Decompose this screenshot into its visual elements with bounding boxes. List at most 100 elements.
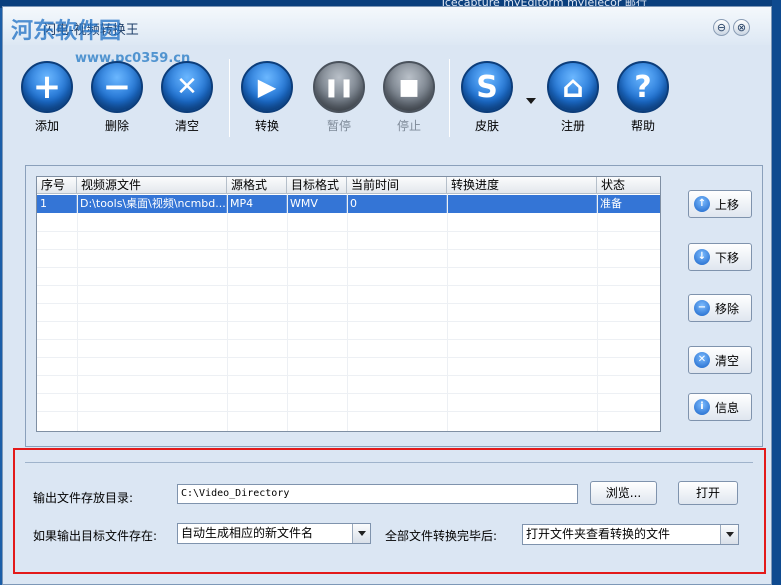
pause-label: 暂停 (326, 119, 351, 133)
convert-button[interactable]: ▶ 转换 (237, 61, 297, 134)
arrow-down-icon: ↓ (694, 249, 710, 265)
column-header-source[interactable]: 视频源文件 (77, 177, 227, 193)
chevron-down-icon (720, 525, 738, 544)
x-icon: ✕ (161, 61, 213, 113)
grid-line (347, 194, 348, 431)
grid-line (37, 411, 660, 412)
column-header-index[interactable]: 序号 (37, 177, 77, 193)
minus-icon: − (694, 300, 710, 316)
grid-line (37, 285, 660, 286)
grid-line (37, 267, 660, 268)
cell-progress (447, 195, 597, 213)
column-header-src-format[interactable]: 源格式 (227, 177, 287, 193)
move-up-label: 上移 (715, 197, 740, 212)
grid-line (77, 194, 78, 431)
clear-button[interactable]: ✕ 清空 (157, 61, 217, 134)
convert-label: 转换 (254, 119, 279, 133)
info-button[interactable]: i 信息 (688, 393, 752, 421)
file-list-header: 序号 视频源文件 源格式 目标格式 当前时间 转换进度 状态 (37, 177, 660, 194)
pause-icon: ❚❚ (313, 61, 365, 113)
register-button[interactable]: ⌂ 注册 (543, 61, 603, 134)
column-header-current-time[interactable]: 当前时间 (347, 177, 447, 193)
exists-label: 如果输出目标文件存在: (33, 529, 158, 543)
file-list[interactable]: 序号 视频源文件 源格式 目标格式 当前时间 转换进度 状态 1 D:\tool… (36, 176, 661, 432)
add-button[interactable]: + 添加 (17, 61, 77, 134)
plus-icon: + (21, 61, 73, 113)
column-header-status[interactable]: 状态 (597, 177, 660, 193)
app-window: 闪电-视频转换王 河东软件园 ⊖ ⊗ www.pc0359.cn + 添加 − … (2, 6, 772, 585)
grid-line (447, 194, 448, 431)
help-label: 帮助 (630, 119, 655, 133)
file-list-panel: 序号 视频源文件 源格式 目标格式 当前时间 转换进度 状态 1 D:\tool… (25, 165, 763, 447)
help-icon: ? (617, 61, 669, 113)
move-down-label: 下移 (715, 250, 740, 265)
home-icon: ⌂ (547, 61, 599, 113)
skin-label: 皮肤 (474, 119, 499, 133)
grid-line (37, 249, 660, 250)
register-label: 注册 (560, 119, 585, 133)
grid-line (37, 357, 660, 358)
move-down-button[interactable]: ↓ 下移 (688, 243, 752, 271)
info-label: 信息 (715, 400, 740, 415)
remove-label: 移除 (715, 301, 740, 316)
clear-list-label: 清空 (715, 353, 740, 368)
stop-button[interactable]: ■ 停止 (379, 61, 439, 134)
x-icon: ✕ (694, 352, 710, 368)
cell-status: 准备 (597, 195, 660, 213)
exists-select[interactable]: 自动生成相应的新文件名 (177, 523, 371, 544)
close-button[interactable]: ⊗ (733, 19, 750, 36)
output-dir-label: 输出文件存放目录: (33, 491, 134, 505)
clear-list-button[interactable]: ✕ 清空 (688, 346, 752, 374)
info-icon: i (694, 399, 710, 415)
output-settings-group: 输出文件存放目录: C:\Video_Directory 浏览... 打开 如果… (25, 462, 753, 566)
toolbar-separator (229, 59, 230, 137)
remove-button[interactable]: − 移除 (688, 294, 752, 322)
delete-label: 删除 (104, 119, 129, 133)
play-icon: ▶ (241, 61, 293, 113)
toolbar: + 添加 − 删除 ✕ 清空 ▶ 转换 ❚❚ 暂停 ■ 停止 S 皮肤 ⌂ 注册… (3, 45, 771, 145)
cell-index: 1 (37, 195, 77, 213)
cell-dst-format: WMV (287, 195, 347, 213)
after-convert-select[interactable]: 打开文件夹查看转换的文件 (522, 524, 739, 545)
toolbar-separator (449, 59, 450, 137)
column-header-dst-format[interactable]: 目标格式 (287, 177, 347, 193)
title-bar: 闪电-视频转换王 河东软件园 ⊖ ⊗ (3, 7, 771, 45)
stop-label: 停止 (396, 119, 421, 133)
minus-icon: − (91, 61, 143, 113)
grid-line (287, 194, 288, 431)
grid-line (37, 393, 660, 394)
minimize-button[interactable]: ⊖ (713, 19, 730, 36)
help-button[interactable]: ? 帮助 (613, 61, 673, 134)
grid-line (597, 194, 598, 431)
open-button[interactable]: 打开 (678, 481, 738, 505)
arrow-up-icon: ↑ (694, 196, 710, 212)
pause-button[interactable]: ❚❚ 暂停 (309, 61, 369, 134)
grid-line (37, 231, 660, 232)
output-settings-panel: 输出文件存放目录: C:\Video_Directory 浏览... 打开 如果… (13, 448, 766, 574)
grid-line (37, 303, 660, 304)
stop-icon: ■ (383, 61, 435, 113)
skin-button[interactable]: S 皮肤 (457, 61, 517, 134)
cell-current-time: 0 (347, 195, 447, 213)
move-up-button[interactable]: ↑ 上移 (688, 190, 752, 218)
grid-line (37, 375, 660, 376)
column-header-progress[interactable]: 转换进度 (447, 177, 597, 193)
desktop-edge (772, 0, 781, 585)
exists-select-value: 自动生成相应的新文件名 (181, 526, 314, 540)
cell-src-format: MP4 (227, 195, 287, 213)
after-convert-select-value: 打开文件夹查看转换的文件 (526, 527, 671, 541)
skin-icon: S (461, 61, 513, 113)
output-dir-field[interactable]: C:\Video_Directory (177, 484, 578, 504)
after-convert-label: 全部文件转换完毕后: (385, 529, 498, 543)
skin-dropdown-arrow-icon[interactable] (526, 98, 536, 104)
watermark-logo: 河东软件园 (11, 18, 122, 44)
grid-line (37, 339, 660, 340)
chevron-down-icon (352, 524, 370, 543)
grid-line (37, 321, 660, 322)
browse-button[interactable]: 浏览... (590, 481, 657, 505)
add-label: 添加 (34, 119, 59, 133)
table-row[interactable]: 1 D:\tools\桌面\视频\ncmbd... MP4 WMV 0 准备 (37, 195, 660, 213)
delete-button[interactable]: − 删除 (87, 61, 147, 134)
cell-source: D:\tools\桌面\视频\ncmbd... (77, 195, 227, 213)
grid-line (227, 194, 228, 431)
